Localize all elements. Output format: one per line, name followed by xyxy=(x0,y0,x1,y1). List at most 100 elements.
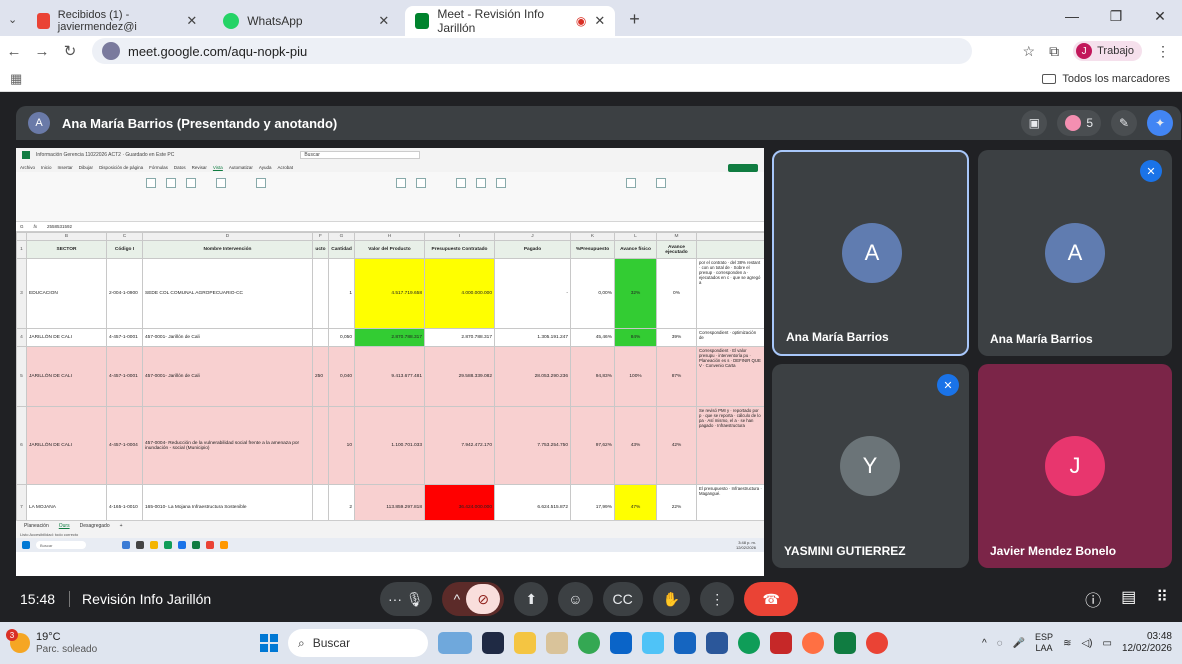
present-button[interactable]: ⬆ xyxy=(514,582,549,616)
table-cell[interactable]: 2.870.788.317 xyxy=(424,328,495,347)
row-number[interactable]: 5 xyxy=(16,346,27,407)
back-icon[interactable]: ← xyxy=(0,43,28,60)
excel-menu-item[interactable]: Datos xyxy=(174,165,186,170)
excel-menu-item[interactable]: Dibujar xyxy=(79,165,93,170)
ribbon-icon[interactable] xyxy=(476,178,486,188)
table-cell[interactable]: 457-0001- Jarillón de Cali xyxy=(142,328,313,347)
captions-button[interactable]: CC xyxy=(602,582,643,616)
new-tab-button[interactable]: + xyxy=(629,9,640,30)
language-indicator[interactable]: ESP LAA xyxy=(1035,632,1053,654)
widgets-icon[interactable] xyxy=(438,632,472,654)
close-icon[interactable]: ✕ xyxy=(594,13,605,29)
tab-gmail[interactable]: Recibidos (1) - javiermendez@i ✕ xyxy=(27,6,207,36)
table-cell[interactable]: 10 xyxy=(328,406,355,485)
ribbon-icon[interactable] xyxy=(256,178,266,188)
table-cell[interactable]: JARILLÓN DE CALI xyxy=(26,328,107,347)
excel-menu-item[interactable]: Archivo xyxy=(20,165,35,170)
close-window-icon[interactable]: ✕ xyxy=(1138,0,1182,32)
tab-whatsapp[interactable]: WhatsApp xyxy=(213,6,353,36)
tray-icon[interactable]: ◌ xyxy=(997,638,1003,649)
participant-tile[interactable]: J Javier Mendez Bonelo xyxy=(978,364,1172,568)
table-cell[interactable]: 4-457-1-0001 xyxy=(106,346,143,407)
table-cell[interactable]: 1.305.191.247 xyxy=(494,328,571,347)
camera-off-icon[interactable]: ⊘ xyxy=(466,584,501,614)
table-cell[interactable]: 1 xyxy=(328,258,355,329)
table-cell[interactable]: 4-457-1-0004 xyxy=(106,406,143,485)
row-number[interactable]: 3 xyxy=(16,258,27,329)
table-cell[interactable]: 0% xyxy=(656,258,697,329)
column-header[interactable]: B xyxy=(26,232,107,241)
gemini-icon[interactable]: ✦ xyxy=(1147,110,1173,136)
table-cell[interactable]: 457-0001- Jarillón de Cali xyxy=(142,346,313,407)
table-cell[interactable]: 43% xyxy=(614,406,657,485)
all-bookmarks[interactable]: Todos los marcadores xyxy=(1042,73,1170,85)
table-cell[interactable] xyxy=(312,258,329,329)
battery-icon[interactable]: ▭ xyxy=(1102,638,1111,649)
table-cell[interactable]: 0,040 xyxy=(328,346,355,407)
app-icon[interactable] xyxy=(770,632,792,654)
column-header[interactable]: F xyxy=(312,232,329,241)
ribbon-icon[interactable] xyxy=(166,178,176,188)
ribbon-icon[interactable] xyxy=(146,178,156,188)
restore-icon[interactable]: ❐ xyxy=(1094,0,1138,32)
excel-menu-item[interactable]: Insertar xyxy=(58,165,73,170)
chat-icon[interactable]: ▤ xyxy=(1121,587,1136,611)
excel-menu-item[interactable]: Revisar xyxy=(192,165,207,170)
table-cell[interactable]: JARILLÓN DE CALI xyxy=(26,406,107,485)
table-cell[interactable]: 1.100.701.033 xyxy=(354,406,425,485)
tab-search-icon[interactable]: ⌄ xyxy=(8,13,17,26)
annotate-icon[interactable]: ✎ xyxy=(1111,110,1137,136)
excel-icon[interactable] xyxy=(834,632,856,654)
app-icon[interactable] xyxy=(802,632,824,654)
table-cell[interactable]: - xyxy=(494,258,571,329)
task-view-icon[interactable] xyxy=(482,632,504,654)
ribbon-icon[interactable] xyxy=(496,178,506,188)
table-cell[interactable]: 250 xyxy=(312,346,329,407)
table-cell[interactable]: Se revisó PMI y · reportado por p · que … xyxy=(696,406,764,485)
file-explorer-icon[interactable] xyxy=(514,632,536,654)
wifi-icon[interactable]: ≋ xyxy=(1063,638,1071,649)
table-cell[interactable]: Correspondient · El valor presupu · inte… xyxy=(696,346,764,407)
table-cell[interactable]: 45,46% xyxy=(570,328,615,347)
outlook-icon[interactable] xyxy=(610,632,632,654)
table-cell[interactable]: 0,050 xyxy=(328,328,355,347)
calendar-icon[interactable] xyxy=(674,632,696,654)
reload-icon[interactable]: ↻ xyxy=(56,42,84,60)
activities-icon[interactable]: ⠿ xyxy=(1156,587,1168,611)
participant-tile[interactable]: A Ana María Barrios xyxy=(772,150,969,356)
leave-call-button[interactable]: ☎ xyxy=(744,582,799,616)
table-cell[interactable]: 2.870.788.317 xyxy=(354,328,425,347)
table-cell[interactable]: 100% xyxy=(614,346,657,407)
excel-menu-item[interactable]: Ayuda xyxy=(259,165,272,170)
table-cell[interactable]: JARILLÓN DE CALI xyxy=(26,346,107,407)
apps-icon[interactable]: ▦ xyxy=(10,71,22,87)
table-cell[interactable]: 2-004-1-0900 xyxy=(106,258,143,329)
participant-tile[interactable]: ✕ Y YASMINI GUTIERREZ xyxy=(772,364,969,568)
app-icon[interactable] xyxy=(642,632,664,654)
ribbon-icon[interactable] xyxy=(656,178,666,188)
share-button[interactable] xyxy=(728,164,758,172)
table-cell[interactable]: 42% xyxy=(656,406,697,485)
table-cell[interactable]: 9.413.677.481 xyxy=(354,346,425,407)
column-header[interactable]: K xyxy=(570,232,615,241)
excel-menu-item[interactable]: Disposición de página xyxy=(99,165,143,170)
video-options-button[interactable]: ^ ⊘ xyxy=(441,582,505,616)
excel-menu-item[interactable]: Automatizar xyxy=(229,165,253,170)
table-cell[interactable]: 87% xyxy=(656,346,697,407)
excel-menu-item[interactable]: Acrobat xyxy=(278,165,294,170)
sheet-tab[interactable]: Ours xyxy=(59,523,70,529)
chrome-icon[interactable] xyxy=(578,632,600,654)
column-header[interactable]: J xyxy=(494,232,571,241)
info-icon[interactable]: ⓘ xyxy=(1085,587,1101,611)
corner-cell[interactable] xyxy=(16,232,27,241)
close-icon[interactable]: ✕ xyxy=(378,13,389,29)
hide-presentation-icon[interactable]: ▣ xyxy=(1021,110,1048,136)
row-number[interactable]: 6 xyxy=(16,406,27,485)
column-header[interactable]: M xyxy=(656,232,697,241)
column-header[interactable]: H xyxy=(354,232,425,241)
excel-search[interactable]: Buscar xyxy=(300,151,421,159)
table-cell[interactable]: 4.000.000.000 xyxy=(424,258,495,329)
participant-tile[interactable]: ✕ A Ana María Barrios xyxy=(978,150,1172,356)
ribbon-icon[interactable] xyxy=(186,178,196,188)
more-options-button[interactable]: ⋮ xyxy=(700,582,735,616)
